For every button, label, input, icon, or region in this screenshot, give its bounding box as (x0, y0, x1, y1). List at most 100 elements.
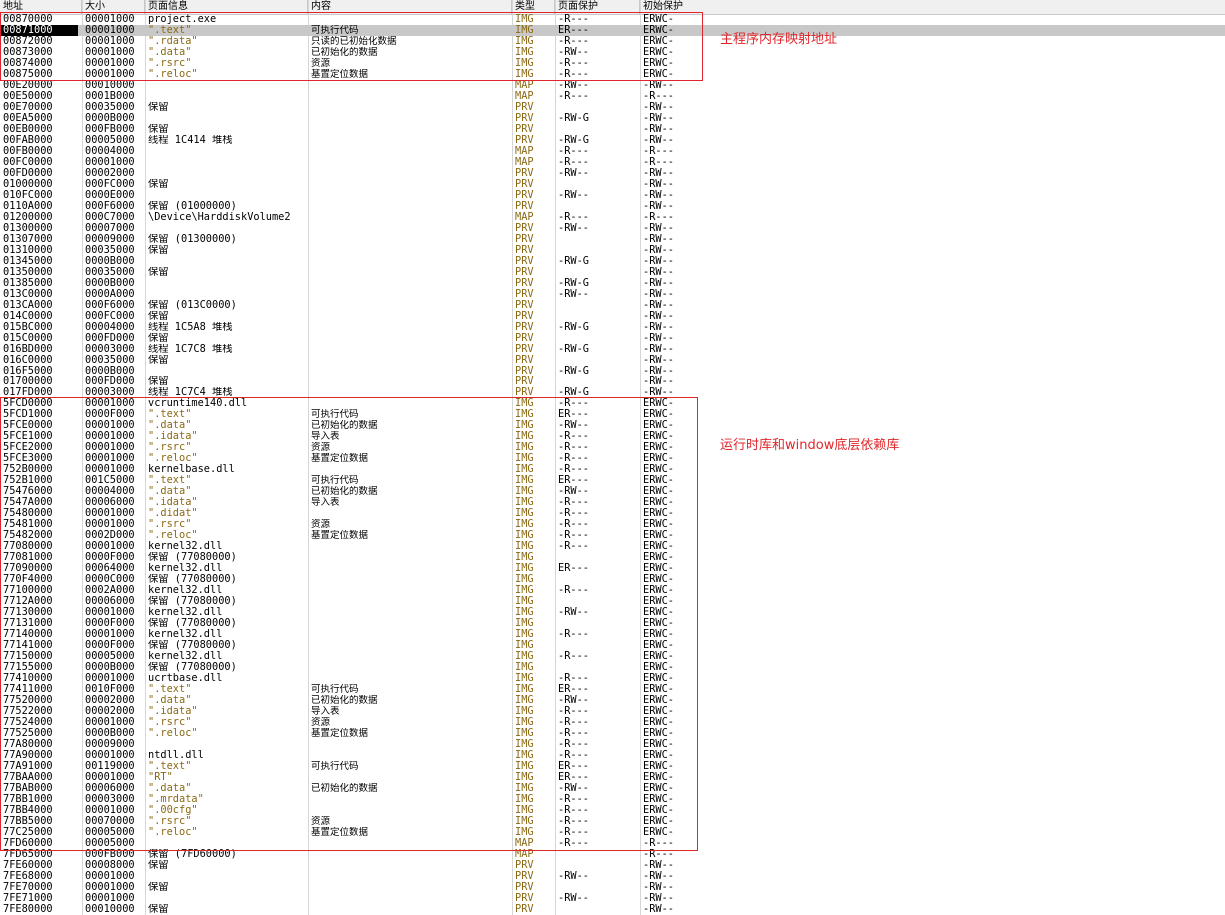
memory-region-row[interactable]: 016BD000 00003000 线程 1C7C8 堆栈 PRV -RW-G -RW-- (0, 344, 1225, 355)
memory-region-row[interactable]: 00FD0000 00002000 PRV -RW-- -RW-- (0, 168, 1225, 179)
memory-region-row[interactable]: 77100000 0002A000 kernel32.dll IMG -R--- ERWC… (0, 585, 1225, 596)
memory-region-row[interactable]: 77A80000 00009000 IMG -R--- ERWC- (0, 739, 1225, 750)
memory-region-row[interactable]: 75480000 00001000 ".didat" IMG -R--- ERWC- (0, 508, 1225, 519)
memory-region-row[interactable]: 00FB0000 00004000 MAP -R--- -R--- (0, 146, 1225, 157)
content-cell (311, 322, 509, 333)
memory-region-row[interactable]: 016F5000 0000B000 PRV -RW-G -RW-- (0, 366, 1225, 377)
memory-region-row[interactable]: 5FCD1000 0000F000 ".text" 可执行代码 IMG ER--- ERW… (0, 409, 1225, 420)
memory-region-row[interactable]: 014C0000 000FC000 保留 PRV -RW-- (0, 311, 1225, 322)
memory-region-row[interactable]: 77131000 0000F000 保留 (77080000) IMG ERWC- (0, 618, 1225, 629)
memory-region-row[interactable]: 00873000 00001000 ".data" 已初始化的数据 IMG -RW-- E… (0, 47, 1225, 58)
memory-region-row[interactable]: 77081000 0000F000 保留 (77080000) IMG ERWC- (0, 552, 1225, 563)
type-cell: IMG (515, 771, 534, 783)
memory-region-row[interactable]: 7FD60000 00005000 MAP -R--- -R--- (0, 838, 1225, 849)
memory-region-row[interactable]: 01385000 0000B000 PRV -RW-G -RW-- (0, 278, 1225, 289)
memory-region-row[interactable]: 77BB1000 00003000 ".mrdata" IMG -R--- ERWC- (0, 794, 1225, 805)
memory-region-row[interactable]: 77BAB000 00006000 ".data" 已初始化的数据 IMG -RW-- E… (0, 783, 1225, 794)
memory-region-row[interactable]: 75482000 0002D000 ".reloc" 基置定位数据 IMG -R--- E… (0, 530, 1225, 541)
memory-region-row[interactable]: 01200000 000C7000 \Device\HarddiskVolume2 M… (0, 212, 1225, 223)
memory-region-row[interactable]: 00874000 00001000 ".rsrc" 资源 IMG -R--- ERWC- (0, 58, 1225, 69)
memory-region-row[interactable]: 015C0000 000FD000 保留 PRV -RW-- (0, 333, 1225, 344)
memory-region-row[interactable]: 00871000 00001000 ".text" 可执行代码 IMG ER--- ERW… (0, 24, 1225, 36)
column-header-content[interactable]: 内容 (308, 0, 512, 14)
memory-region-row[interactable]: 010FC000 0000E000 PRV -RW-- -RW-- (0, 190, 1225, 201)
memory-region-row[interactable]: 77522000 00002000 ".idata" 导入表 IMG -R--- ERWC… (0, 706, 1225, 717)
memory-region-row[interactable]: 01300000 00007000 PRV -RW-- -RW-- (0, 223, 1225, 234)
protection-cell: -R--- (558, 541, 589, 553)
memory-region-row[interactable]: 770F4000 0000C000 保留 (77080000) IMG ERWC- (0, 574, 1225, 585)
memory-region-row[interactable]: 7547A000 00006000 ".idata" 导入表 IMG -R--- ERWC… (0, 497, 1225, 508)
size-cell: 00006000 (85, 596, 135, 608)
memory-region-row[interactable]: 75481000 00001000 ".rsrc" 资源 IMG -R--- ERWC- (0, 519, 1225, 530)
memory-region-row[interactable]: 00FAB000 00005000 线程 1C414 堆栈 PRV -RW-G -RW-- (0, 135, 1225, 146)
memory-region-row[interactable]: 01000000 000FC000 保留 PRV -RW-- (0, 179, 1225, 190)
memory-region-row[interactable]: 00FC0000 00001000 MAP -R--- -R--- (0, 157, 1225, 168)
page-info-cell: 保留 (148, 903, 169, 915)
memory-region-row[interactable]: 77BB4000 00001000 ".00cfg" IMG -R--- ERWC- (0, 805, 1225, 816)
memory-region-row[interactable]: 016C0000 00035000 保留 PRV -RW-- (0, 355, 1225, 366)
memory-region-row[interactable]: 77411000 0010F000 ".text" 可执行代码 IMG ER--- ERW… (0, 684, 1225, 695)
memory-region-row[interactable]: 77150000 00005000 kernel32.dll IMG -R--- ERWC… (0, 651, 1225, 662)
memory-region-row[interactable]: 7712A000 00006000 保留 (77080000) IMG ERWC- (0, 596, 1225, 607)
size-cell: 00001000 (85, 57, 135, 69)
memory-region-row[interactable]: 77BAA000 00001000 "RT" IMG ER--- ERWC- (0, 772, 1225, 783)
memory-region-row[interactable]: 77140000 00001000 kernel32.dll IMG -R--- ERWC… (0, 629, 1225, 640)
size-cell: 0000E000 (85, 189, 135, 201)
memory-region-row[interactable]: 00EB0000 000FB000 保留 PRV -RW-- (0, 124, 1225, 135)
memory-region-row[interactable]: 013C0000 0000A000 PRV -RW-- -RW-- (0, 289, 1225, 300)
memory-region-row[interactable]: 00E20000 00010000 MAP -RW-- -RW-- (0, 80, 1225, 91)
memory-region-row[interactable]: 77090000 00064000 kernel32.dll IMG ER--- ERWC… (0, 563, 1225, 574)
memory-region-row[interactable]: 7FE70000 00001000 保留 PRV -RW-- (0, 882, 1225, 893)
content-cell (311, 234, 509, 245)
memory-region-row[interactable]: 7FD65000 000FB000 保留 (7FD60000) MAP -R--- (0, 849, 1225, 860)
page-info-cell (148, 80, 306, 91)
memory-region-row[interactable]: 7FE68000 00001000 PRV -RW-- -RW-- (0, 871, 1225, 882)
column-header-type[interactable]: 类型 (512, 0, 555, 14)
memory-region-row[interactable]: 5FCE0000 00001000 ".data" 已初始化的数据 IMG -RW-- E… (0, 420, 1225, 431)
memory-region-row[interactable]: 013CA000 000F6000 保留 (013C0000) PRV -RW-- (0, 300, 1225, 311)
column-header-address[interactable]: 地址 (0, 0, 82, 14)
memory-region-row[interactable]: 00875000 00001000 ".reloc" 基置定位数据 IMG -R--- E… (0, 69, 1225, 80)
memory-region-row[interactable]: 01307000 00009000 保留 (01300000) PRV -RW-- (0, 234, 1225, 245)
memory-region-row[interactable]: 77141000 0000F000 保留 (77080000) IMG ERWC- (0, 640, 1225, 651)
column-header-page-info[interactable]: 页面信息 (145, 0, 308, 14)
memory-region-row[interactable]: 77BB5000 00070000 ".rsrc" 资源 IMG -R--- ERWC- (0, 816, 1225, 827)
column-header-size[interactable]: 大小 (82, 0, 145, 14)
column-header-protection[interactable]: 页面保护 (555, 0, 640, 14)
memory-region-row[interactable]: 0110A000 000F6000 保留 (01000000) PRV -RW-- (0, 201, 1225, 212)
memory-region-row[interactable]: 77130000 00001000 kernel32.dll IMG -RW-- ERWC… (0, 607, 1225, 618)
memory-region-row[interactable]: 00872000 00001000 ".rdata" 只读的已初始化数据 IMG -R-… (0, 36, 1225, 47)
column-header-initial-protection[interactable]: 初始保护 (640, 0, 1225, 14)
memory-region-row[interactable]: 752B0000 00001000 kernelbase.dll IMG -R--- ER… (0, 464, 1225, 475)
memory-region-row[interactable]: 01350000 00035000 保留 PRV -RW-- (0, 267, 1225, 278)
memory-region-row[interactable]: 5FCE1000 00001000 ".idata" 导入表 IMG -R--- ERWC… (0, 431, 1225, 442)
memory-region-row[interactable]: 5FCD0000 00001000 vcruntime140.dll IMG -R---… (0, 398, 1225, 409)
memory-region-row[interactable]: 77525000 0000B000 ".reloc" 基置定位数据 IMG -R--- E… (0, 728, 1225, 739)
memory-region-row[interactable]: 77A91000 00119000 ".text" 可执行代码 IMG ER--- ERW… (0, 761, 1225, 772)
memory-region-row[interactable]: 017FD000 00003000 线程 1C7C4 堆栈 PRV -RW-G -RW-- (0, 387, 1225, 398)
memory-region-row[interactable]: 5FCE3000 00001000 ".reloc" 基置定位数据 IMG -R--- E… (0, 453, 1225, 464)
type-cell: MAP (515, 90, 534, 102)
memory-region-row[interactable]: 00EA5000 0000B000 PRV -RW-G -RW-- (0, 113, 1225, 124)
memory-region-row[interactable]: 77524000 00001000 ".rsrc" 资源 IMG -R--- ERWC- (0, 717, 1225, 728)
memory-region-row[interactable]: 015BC000 00004000 线程 1C5A8 堆栈 PRV -RW-G -RW-- (0, 322, 1225, 333)
memory-region-row[interactable]: 77080000 00001000 kernel32.dll IMG -R--- ERWC… (0, 541, 1225, 552)
memory-region-row[interactable]: 01310000 00035000 保留 PRV -RW-- (0, 245, 1225, 256)
memory-region-row[interactable]: 00E50000 0001B000 MAP -R--- -R--- (0, 91, 1225, 102)
memory-region-row[interactable]: 00870000 00001000 project.exe IMG -R--- ERWC- (0, 14, 1225, 25)
memory-region-row[interactable]: 77410000 00001000 ucrtbase.dll IMG -R--- ERWC… (0, 673, 1225, 684)
memory-region-row[interactable]: 77C25000 00005000 ".reloc" 基置定位数据 IMG -R--- E… (0, 827, 1225, 838)
memory-region-row[interactable]: 77520000 00002000 ".data" 已初始化的数据 IMG -RW-- E… (0, 695, 1225, 706)
memory-region-row[interactable]: 7FE60000 00008000 保留 PRV -RW-- (0, 860, 1225, 871)
memory-region-row[interactable]: 75476000 00004000 ".data" 已初始化的数据 IMG -RW-- E… (0, 486, 1225, 497)
memory-region-row[interactable]: 7FE80000 00010000 保留 PRV -RW-- (0, 904, 1225, 915)
memory-region-row[interactable]: 01700000 000FD000 保留 PRV -RW-- (0, 376, 1225, 387)
memory-region-row[interactable]: 77155000 0000B000 保留 (77080000) IMG ERWC- (0, 662, 1225, 673)
content-cell (311, 366, 509, 377)
memory-region-row[interactable]: 7FE71000 00001000 PRV -RW-- -RW-- (0, 893, 1225, 904)
memory-region-row[interactable]: 5FCE2000 00001000 ".rsrc" 资源 IMG -R--- ERWC- (0, 442, 1225, 453)
memory-region-row[interactable]: 752B1000 001C5000 ".text" 可执行代码 IMG ER--- ERW… (0, 475, 1225, 486)
memory-region-row[interactable]: 77A90000 00001000 ntdll.dll IMG -R--- ERWC- (0, 750, 1225, 761)
memory-region-row[interactable]: 01345000 0000B000 PRV -RW-G -RW-- (0, 256, 1225, 267)
memory-region-row[interactable]: 00E70000 00035000 保留 PRV -RW-- (0, 102, 1225, 113)
